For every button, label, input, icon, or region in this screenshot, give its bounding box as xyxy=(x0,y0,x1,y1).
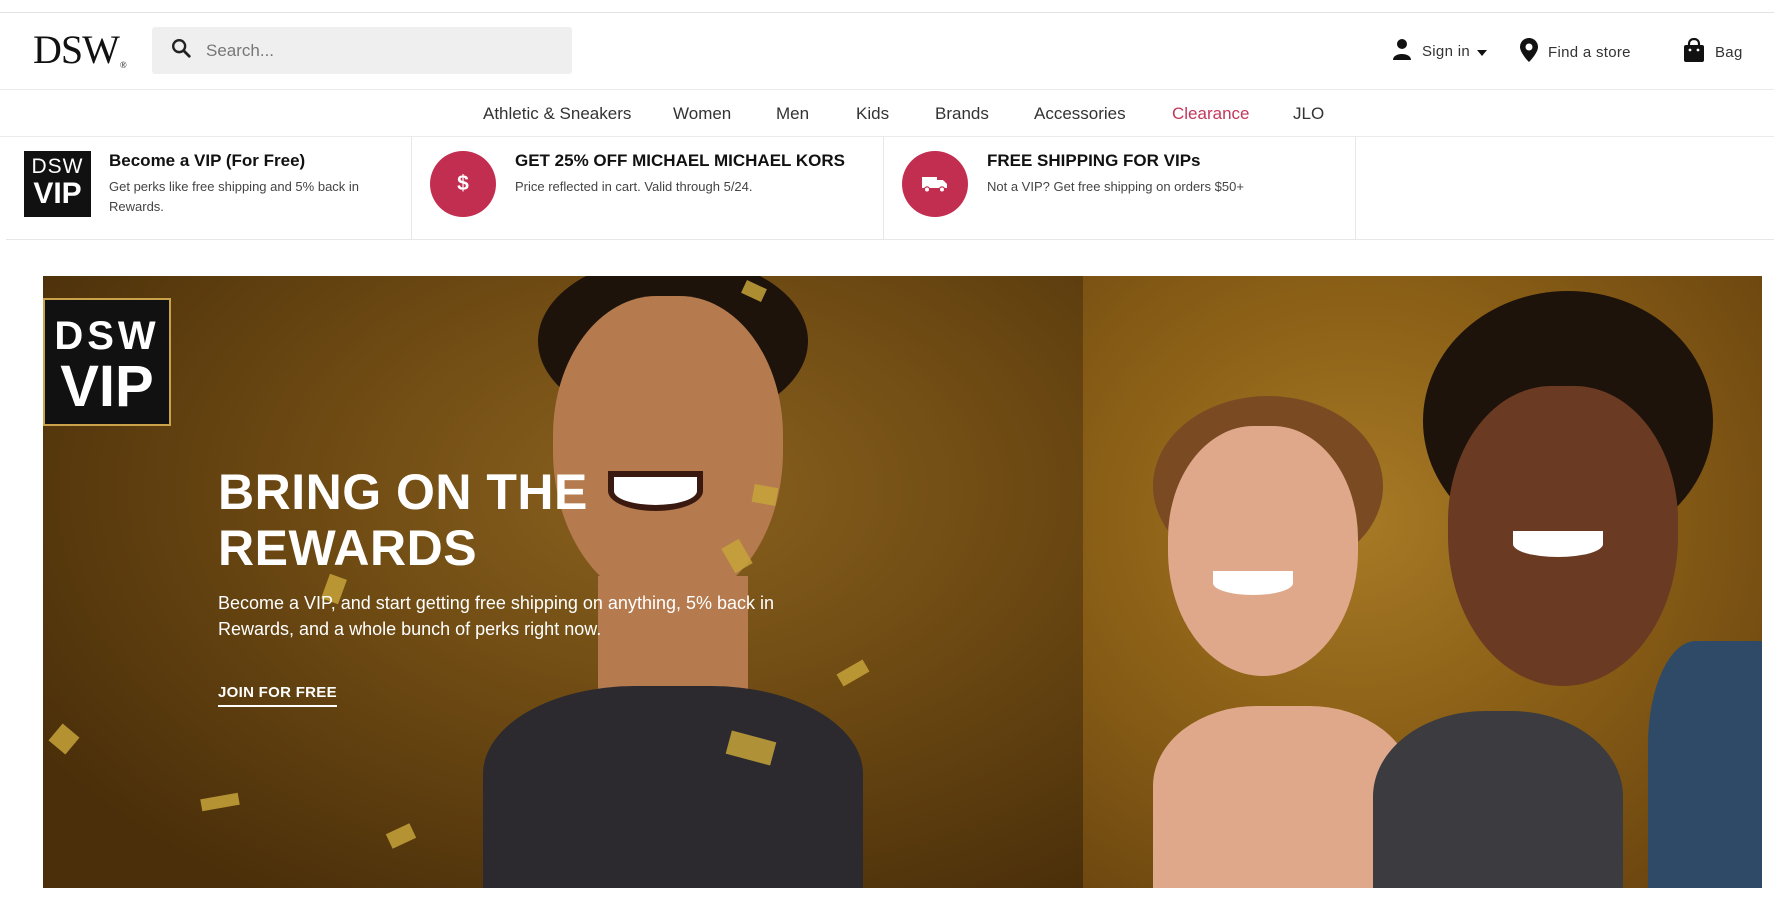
caret-down-icon xyxy=(1476,43,1497,60)
nav-item-kids[interactable]: Kids xyxy=(856,104,889,124)
main-navigation: Athletic & Sneakers Women Men Kids Brand… xyxy=(0,89,1774,137)
promo-desc: Get perks like free shipping and 5% back… xyxy=(109,179,360,214)
nav-item-jlo[interactable]: JLO xyxy=(1293,104,1324,124)
tile-line2: VIP xyxy=(60,354,154,419)
woman-figure-right xyxy=(1373,291,1762,888)
promo-desc: Price reflected in cart. Valid through 5… xyxy=(515,179,753,194)
search-icon xyxy=(170,37,192,64)
badge-line2: VIP xyxy=(33,177,82,210)
sign-in-button[interactable]: Sign in xyxy=(1392,38,1497,64)
find-store-label: Find a store xyxy=(1548,43,1631,61)
bag-button[interactable]: Bag xyxy=(1683,37,1743,66)
promo-desc: Not a VIP? Get free shipping on orders $… xyxy=(987,179,1244,194)
promo-title: Become a VIP (For Free) xyxy=(109,151,306,170)
dollar-icon: $ xyxy=(430,151,496,217)
shopping-bag-icon xyxy=(1683,37,1715,66)
promo-title: GET 25% OFF MICHAEL MICHAEL KORS xyxy=(515,151,845,170)
sign-in-label: Sign in xyxy=(1422,42,1470,60)
find-store-link[interactable]: Find a store xyxy=(1520,38,1631,66)
hero-photo-man xyxy=(43,276,1083,888)
nav-item-clearance[interactable]: Clearance xyxy=(1172,104,1250,124)
nav-item-brands[interactable]: Brands xyxy=(935,104,989,124)
promo-strip: DSW VIP Become a VIP (For Free) Get perk… xyxy=(6,137,1774,240)
hero-headline: BRING ON THE REWARDS xyxy=(218,464,588,576)
hero-photo-women xyxy=(1083,276,1762,888)
logo-text: DSW xyxy=(33,27,120,72)
search-input[interactable] xyxy=(206,40,536,61)
nav-item-women[interactable]: Women xyxy=(673,104,731,124)
nav-item-athletic[interactable]: Athletic & Sneakers xyxy=(483,104,631,124)
dollar-glyph: $ xyxy=(457,172,469,195)
site-header: DSW® Sign in Find a store Bag xyxy=(0,13,1774,89)
search-bar[interactable] xyxy=(152,27,572,74)
promo-title: FREE SHIPPING FOR VIPs xyxy=(987,151,1201,170)
promo-discount[interactable]: $ GET 25% OFF MICHAEL MICHAEL KORS Price… xyxy=(412,137,884,239)
dsw-vip-badge: DSW VIP xyxy=(24,151,91,217)
hero-banner[interactable]: DSW VIP BRING ON THE REWARDS Become a VI… xyxy=(43,276,1762,888)
promo-vip[interactable]: DSW VIP Become a VIP (For Free) Get perk… xyxy=(6,137,412,239)
truck-icon xyxy=(902,151,968,217)
user-icon xyxy=(1392,38,1422,64)
logo-registered-mark: ® xyxy=(119,60,127,70)
bag-label: Bag xyxy=(1715,43,1743,61)
join-for-free-link[interactable]: JOIN FOR FREE xyxy=(218,684,337,707)
hero-subtext: Become a VIP, and start getting free shi… xyxy=(218,593,775,639)
man-figure xyxy=(483,276,863,888)
dsw-vip-logo-tile: DSW VIP xyxy=(43,298,171,426)
promo-shipping[interactable]: FREE SHIPPING FOR VIPs Not a VIP? Get fr… xyxy=(884,137,1356,239)
location-pin-icon xyxy=(1520,38,1548,66)
dsw-logo[interactable]: DSW® xyxy=(33,27,127,72)
tile-line1: DSW xyxy=(54,314,160,358)
badge-line1: DSW xyxy=(31,155,84,178)
nav-item-accessories[interactable]: Accessories xyxy=(1034,104,1126,124)
nav-item-men[interactable]: Men xyxy=(776,104,809,124)
